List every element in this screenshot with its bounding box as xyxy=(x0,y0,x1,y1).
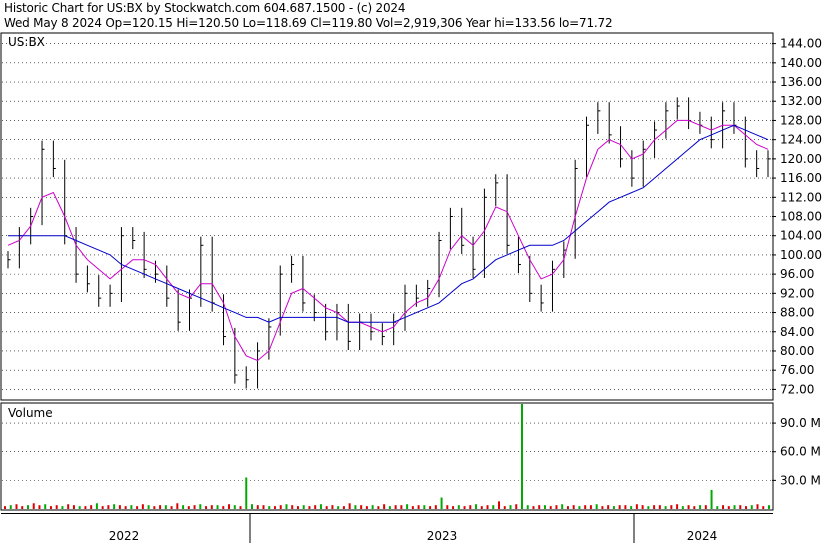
volume-tick-label: 30.0 M xyxy=(780,473,821,487)
price-tick-label: 112.00 xyxy=(780,190,822,204)
volume-label: Volume xyxy=(8,406,53,420)
volume-panel-frame xyxy=(0,402,774,511)
price-tick-label: 72.00 xyxy=(780,382,814,396)
price-tick-label: 88.00 xyxy=(780,306,814,320)
stock-chart: 144.00 140.00 136.00 132.00 128.00 124.00 120.… xyxy=(0,32,822,543)
price-grid xyxy=(2,43,772,390)
price-tick-label: 104.00 xyxy=(780,229,822,243)
volume-tick-label: 90.0 M xyxy=(780,416,821,430)
ohlc-bars xyxy=(7,97,771,389)
x-axis: 2022 2023 2024 xyxy=(109,513,718,543)
price-tick-label: 116.00 xyxy=(780,171,822,185)
price-tick-label: 92.00 xyxy=(780,286,814,300)
price-axis: 144.00 140.00 136.00 132.00 128.00 124.00 120.… xyxy=(772,37,822,396)
price-tick-label: 136.00 xyxy=(780,75,822,89)
price-tick-label: 108.00 xyxy=(780,210,822,224)
price-tick-label: 80.00 xyxy=(780,344,814,358)
year-label: 2023 xyxy=(427,529,458,543)
price-tick-label: 84.00 xyxy=(780,325,814,339)
axis-divider xyxy=(1,513,773,514)
long-moving-average-line xyxy=(8,124,769,323)
year-label: 2024 xyxy=(687,529,718,543)
price-tick-label: 124.00 xyxy=(780,133,822,147)
volume-bars xyxy=(4,404,770,509)
price-tick-label: 76.00 xyxy=(780,363,814,377)
volume-grid xyxy=(2,422,772,481)
symbol-label: US:BX xyxy=(8,35,45,49)
price-tick-label: 128.00 xyxy=(780,113,822,127)
price-tick-label: 96.00 xyxy=(780,267,814,281)
volume-tick-label: 60.0 M xyxy=(780,445,821,459)
moving-averages xyxy=(7,119,769,362)
year-label: 2022 xyxy=(109,529,140,543)
price-tick-label: 132.00 xyxy=(780,94,822,108)
price-tick-label: 144.00 xyxy=(780,37,822,51)
price-tick-label: 120.00 xyxy=(780,152,822,166)
price-tick-label: 140.00 xyxy=(780,56,822,70)
volume-axis: 90.0 M 60.0 M 30.0 M xyxy=(772,416,821,487)
short-moving-average-line xyxy=(7,119,769,362)
price-tick-label: 100.00 xyxy=(780,248,822,262)
